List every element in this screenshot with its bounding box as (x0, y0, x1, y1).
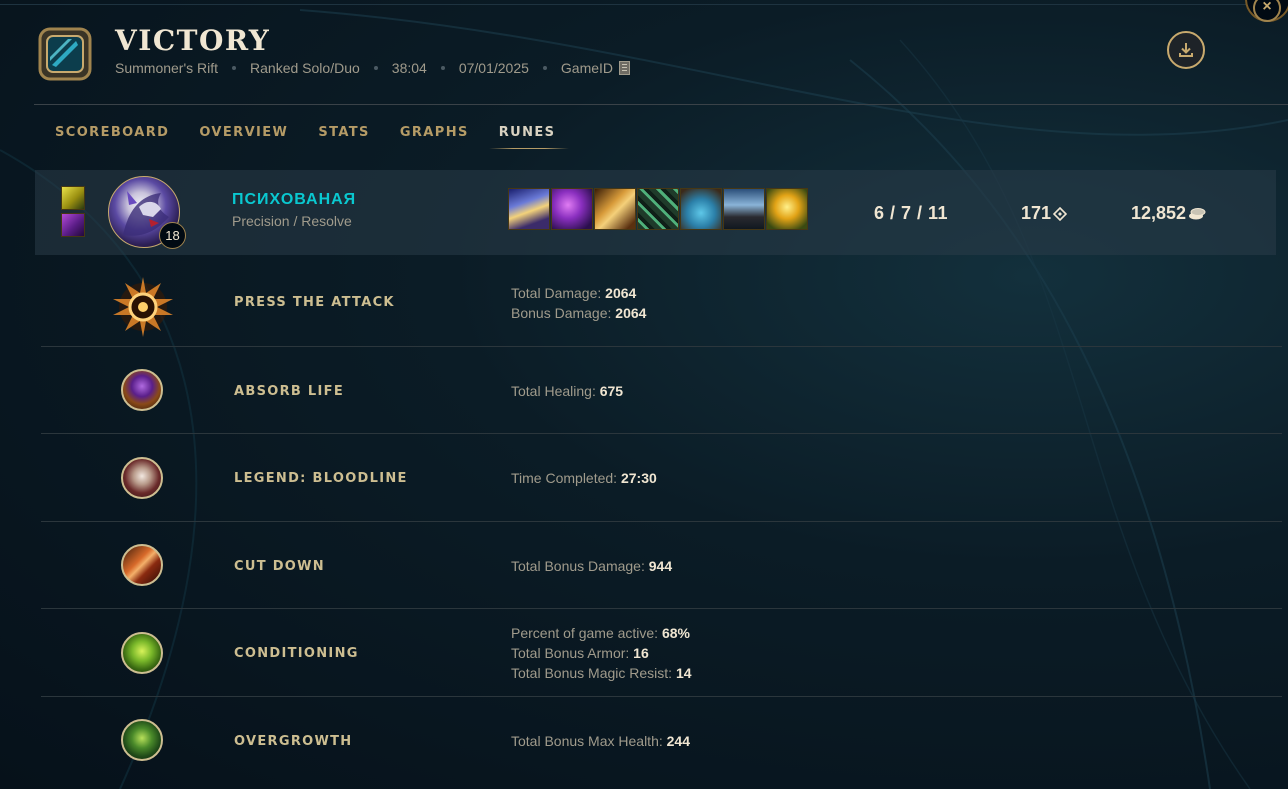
stat-value: 675 (599, 383, 624, 399)
separator-dot (542, 66, 547, 70)
player-name[interactable]: ПСИХОВАНАЯ (232, 191, 356, 209)
rune-stats: Percent of game active: 68% Total Bonus … (511, 623, 692, 683)
creep-score-value: 171 (1021, 203, 1052, 223)
rune-stats: Total Bonus Max Health: 244 (511, 731, 690, 751)
press-the-attack-icon (113, 277, 173, 337)
item-5-icon[interactable] (680, 188, 722, 230)
stat-label: Total Healing: (511, 383, 596, 399)
rune-stats: Time Completed: 27:30 (511, 468, 657, 488)
rune-name: ABSORB LIFE (234, 384, 345, 399)
teleport-spell-icon[interactable] (61, 213, 85, 237)
rune-row-legend-bloodline: LEGEND: BLOODLINE Time Completed: 27:30 (41, 434, 1282, 522)
page-title: VICTORY (115, 24, 271, 57)
gold-earned: 12,852 (1131, 203, 1206, 224)
download-icon (1179, 43, 1193, 57)
kda-score: 6 / 7 / 11 (874, 203, 949, 223)
top-border (0, 4, 1288, 5)
close-icon: × (1253, 0, 1281, 22)
gold-value: 12,852 (1131, 203, 1187, 223)
trinket-icon[interactable] (766, 188, 808, 230)
player-row: 18 ПСИХОВАНАЯ Precision / Resolve 6 / 7 … (35, 170, 1276, 255)
stat-label: Bonus Damage: (511, 305, 612, 321)
cut-down-icon (121, 544, 163, 586)
map-name: Summoner's Rift (115, 60, 219, 76)
close-button[interactable]: × (1245, 0, 1288, 22)
tab-scoreboard[interactable]: SCOREBOARD (55, 125, 169, 149)
rune-name: CONDITIONING (234, 646, 359, 661)
tab-graphs[interactable]: GRAPHS (400, 125, 469, 149)
tab-bar: SCOREBOARD OVERVIEW STATS GRAPHS RUNES (55, 125, 585, 149)
header-divider (34, 104, 1288, 105)
stat-value: 68% (661, 625, 690, 641)
match-date: 07/01/2025 (458, 60, 529, 76)
stat-label: Percent of game active: (511, 625, 659, 641)
rune-row-conditioning: CONDITIONING Percent of game active: 68%… (41, 609, 1282, 697)
match-duration: 38:04 (391, 60, 427, 76)
tab-runes[interactable]: RUNES (488, 125, 570, 149)
item-6-icon[interactable] (723, 188, 765, 230)
item-3-icon[interactable] (594, 188, 636, 230)
copy-icon (619, 61, 631, 75)
rune-name: OVERGROWTH (234, 734, 353, 749)
item-4-icon[interactable] (637, 188, 679, 230)
rune-stats: Total Damage: 2064 Bonus Damage: 2064 (511, 283, 646, 323)
tab-stats[interactable]: STATS (318, 125, 370, 149)
item-1-icon[interactable] (508, 188, 550, 230)
stat-value: 244 (666, 733, 690, 749)
stat-value: 27:30 (620, 470, 657, 486)
stat-label: Total Bonus Armor: (511, 645, 630, 661)
stat-value: 2064 (605, 285, 637, 301)
separator-dot (373, 66, 378, 70)
item-2-icon[interactable] (551, 188, 593, 230)
rune-stats: Total Bonus Damage: 944 (511, 556, 672, 576)
champion-level-badge: 18 (159, 222, 186, 249)
stat-value: 14 (675, 665, 692, 681)
tab-overview[interactable]: OVERVIEW (199, 125, 288, 149)
rune-name: PRESS THE ATTACK (234, 295, 395, 310)
download-button[interactable] (1167, 31, 1205, 69)
rune-name: LEGEND: BLOODLINE (234, 471, 408, 486)
rune-row-absorb-life: ABSORB LIFE Total Healing: 675 (41, 347, 1282, 434)
stat-label: Total Damage: (511, 285, 602, 301)
rune-row-cut-down: CUT DOWN Total Bonus Damage: 944 (41, 522, 1282, 609)
rune-stats: Total Healing: 675 (511, 381, 623, 401)
rune-row-overgrowth: OVERGROWTH Total Bonus Max Health: 244 (41, 697, 1282, 789)
stat-value: 944 (648, 558, 673, 574)
gold-icon (1189, 207, 1206, 219)
stat-label: Total Bonus Damage: (511, 558, 645, 574)
overgrowth-icon (121, 719, 163, 761)
legend-bloodline-icon (121, 457, 163, 499)
match-meta: Summoner's Rift Ranked Solo/Duo 38:04 07… (115, 60, 631, 76)
absorb-life-icon (121, 369, 163, 411)
game-id-label: GameID (560, 60, 614, 76)
stat-label: Total Bonus Magic Resist: (511, 665, 673, 681)
stat-value: 2064 (615, 305, 647, 321)
rune-paths: Precision / Resolve (232, 213, 352, 229)
stat-label: Time Completed: (511, 470, 618, 486)
rune-name: CUT DOWN (234, 559, 325, 574)
item-slots (508, 188, 809, 230)
minion-icon (1053, 206, 1068, 221)
creep-score: 171 (1021, 203, 1068, 224)
rune-row-press-the-attack: PRESS THE ATTACK Total Damage: 2064 Bonu… (41, 255, 1282, 347)
copy-game-id-button[interactable]: GameID (560, 60, 631, 76)
stat-value: 16 (633, 645, 649, 661)
ghost-spell-icon[interactable] (61, 186, 85, 210)
stat-label: Total Bonus Max Health: (511, 733, 663, 749)
match-emblem-icon (38, 27, 92, 81)
conditioning-icon (121, 632, 163, 674)
queue-type: Ranked Solo/Duo (250, 60, 360, 76)
separator-dot (232, 66, 237, 70)
separator-dot (440, 66, 445, 70)
